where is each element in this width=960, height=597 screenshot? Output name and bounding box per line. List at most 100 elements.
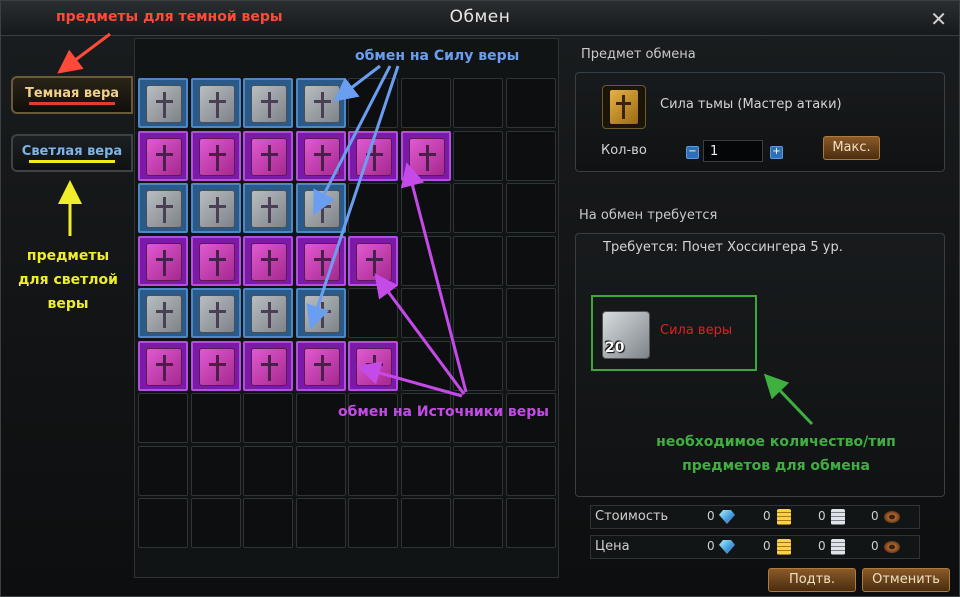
faith-book-dark-slot[interactable] <box>138 130 188 181</box>
faith-book-dark-slot[interactable] <box>348 235 398 286</box>
prayer-book-icon <box>146 190 182 228</box>
faith-book-light-slot[interactable] <box>138 183 188 233</box>
quantity-label: Кол-во <box>601 143 647 158</box>
empty-slot <box>453 288 503 338</box>
faith-book-light-slot[interactable] <box>295 288 346 338</box>
faith-book-light-slot[interactable] <box>138 288 188 338</box>
prayer-book-icon <box>303 190 340 228</box>
faith-book-dark-slot[interactable] <box>190 130 241 181</box>
empty-slot <box>505 235 556 286</box>
faith-book-dark-slot[interactable] <box>348 340 398 391</box>
cost-silver-value: 0 <box>818 509 826 523</box>
price-copper-value: 0 <box>871 539 879 553</box>
empty-slot <box>453 340 503 391</box>
faith-book-light-slot[interactable] <box>190 183 241 233</box>
faith-book-light-slot[interactable] <box>243 183 293 233</box>
faith-book-light-slot[interactable] <box>295 183 346 233</box>
faith-book-light-slot[interactable] <box>138 78 188 128</box>
empty-slot <box>295 445 346 496</box>
faith-book-light-slot[interactable] <box>190 78 241 128</box>
silver-coin-icon <box>831 509 845 525</box>
annotation-required-line-1: необходимое количество/тип <box>656 434 896 450</box>
faith-book-dark-slot[interactable] <box>400 130 451 181</box>
prayer-book-icon <box>146 137 182 176</box>
prayer-book-icon <box>198 137 235 176</box>
confirm-button[interactable]: Подтв. <box>768 568 856 592</box>
empty-slot <box>295 498 346 548</box>
dark-power-item-icon[interactable] <box>602 85 646 129</box>
tab-light-faith[interactable]: Светлая вера <box>11 134 133 172</box>
exchange-section-title: Предмет обмена <box>581 47 696 62</box>
prayer-book-icon <box>146 242 182 281</box>
empty-slot <box>505 288 556 338</box>
faith-book-dark-slot[interactable] <box>190 235 241 286</box>
prayer-book-icon <box>198 295 235 333</box>
copper-coin-icon <box>884 511 900 523</box>
faith-book-dark-slot[interactable] <box>243 130 293 181</box>
empty-slot <box>505 183 556 233</box>
faith-book-light-slot[interactable] <box>190 288 241 338</box>
tab-light-faith-label: Светлая вера <box>21 144 123 159</box>
prayer-book-icon <box>303 347 340 386</box>
faith-book-dark-slot[interactable] <box>348 130 398 181</box>
faith-book-light-slot[interactable] <box>243 288 293 338</box>
cancel-button[interactable]: Отменить <box>862 568 950 592</box>
gem-icon <box>719 540 735 554</box>
empty-slot <box>400 235 451 286</box>
prayer-book-icon <box>356 242 392 281</box>
tab-dark-faith[interactable]: Темная вера <box>11 76 133 114</box>
empty-slot <box>453 498 503 548</box>
annotation-light-items: предметы для светлой веры <box>16 244 120 316</box>
faith-book-light-slot[interactable] <box>243 78 293 128</box>
empty-slot <box>505 498 556 548</box>
faith-book-dark-slot[interactable] <box>243 235 293 286</box>
empty-slot <box>453 445 503 496</box>
prayer-book-icon <box>198 347 235 386</box>
annotation-required-line-2: предметов для обмена <box>682 458 870 474</box>
faith-book-dark-slot[interactable] <box>295 340 346 391</box>
cost-gold-value: 0 <box>763 509 771 523</box>
empty-slot <box>453 183 503 233</box>
empty-slot <box>453 78 503 128</box>
price-label: Цена <box>595 539 630 554</box>
empty-slot <box>138 445 188 496</box>
quantity-input[interactable] <box>703 140 763 162</box>
empty-slot <box>348 78 398 128</box>
faith-book-dark-slot[interactable] <box>138 340 188 391</box>
annotation-required: необходимое количество/тип предметов для… <box>656 430 896 478</box>
faith-book-dark-slot[interactable] <box>243 340 293 391</box>
annotation-underline-yellow <box>29 160 115 163</box>
copper-coin-icon <box>884 541 900 553</box>
empty-slot <box>453 235 503 286</box>
empty-slot <box>505 340 556 391</box>
empty-slot <box>243 498 293 548</box>
faith-book-dark-slot[interactable] <box>190 340 241 391</box>
empty-slot <box>243 445 293 496</box>
empty-slot <box>453 130 503 181</box>
annotation-light-line-2: для светлой <box>18 272 118 288</box>
prayer-book-icon <box>356 347 392 386</box>
max-button[interactable]: Макс. <box>823 136 880 160</box>
prayer-book-icon <box>303 242 340 281</box>
empty-slot <box>348 445 398 496</box>
empty-slot <box>400 340 451 391</box>
faith-power-item-icon[interactable]: 20 <box>602 311 650 359</box>
requirement-text: Требуется: Почет Хоссингера 5 ур. <box>603 240 843 255</box>
prayer-book-icon <box>303 137 340 176</box>
faith-book-dark-slot[interactable] <box>138 235 188 286</box>
faith-book-dark-slot[interactable] <box>295 235 346 286</box>
faith-book-light-slot[interactable] <box>295 78 346 128</box>
faith-book-dark-slot[interactable] <box>295 130 346 181</box>
empty-slot <box>505 445 556 496</box>
empty-slot <box>400 498 451 548</box>
required-item-name: Сила веры <box>660 323 733 338</box>
quantity-plus-button[interactable]: + <box>770 146 783 159</box>
empty-slot <box>505 78 556 128</box>
tab-dark-faith-label: Темная вера <box>24 86 120 101</box>
gold-coin-icon <box>777 509 791 525</box>
gem-icon <box>719 510 735 524</box>
quantity-minus-button[interactable]: − <box>686 146 699 159</box>
close-icon[interactable]: ✕ <box>930 7 947 31</box>
required-section-title: На обмен требуется <box>579 208 718 223</box>
annotation-light-line-1: предметы <box>26 248 110 264</box>
